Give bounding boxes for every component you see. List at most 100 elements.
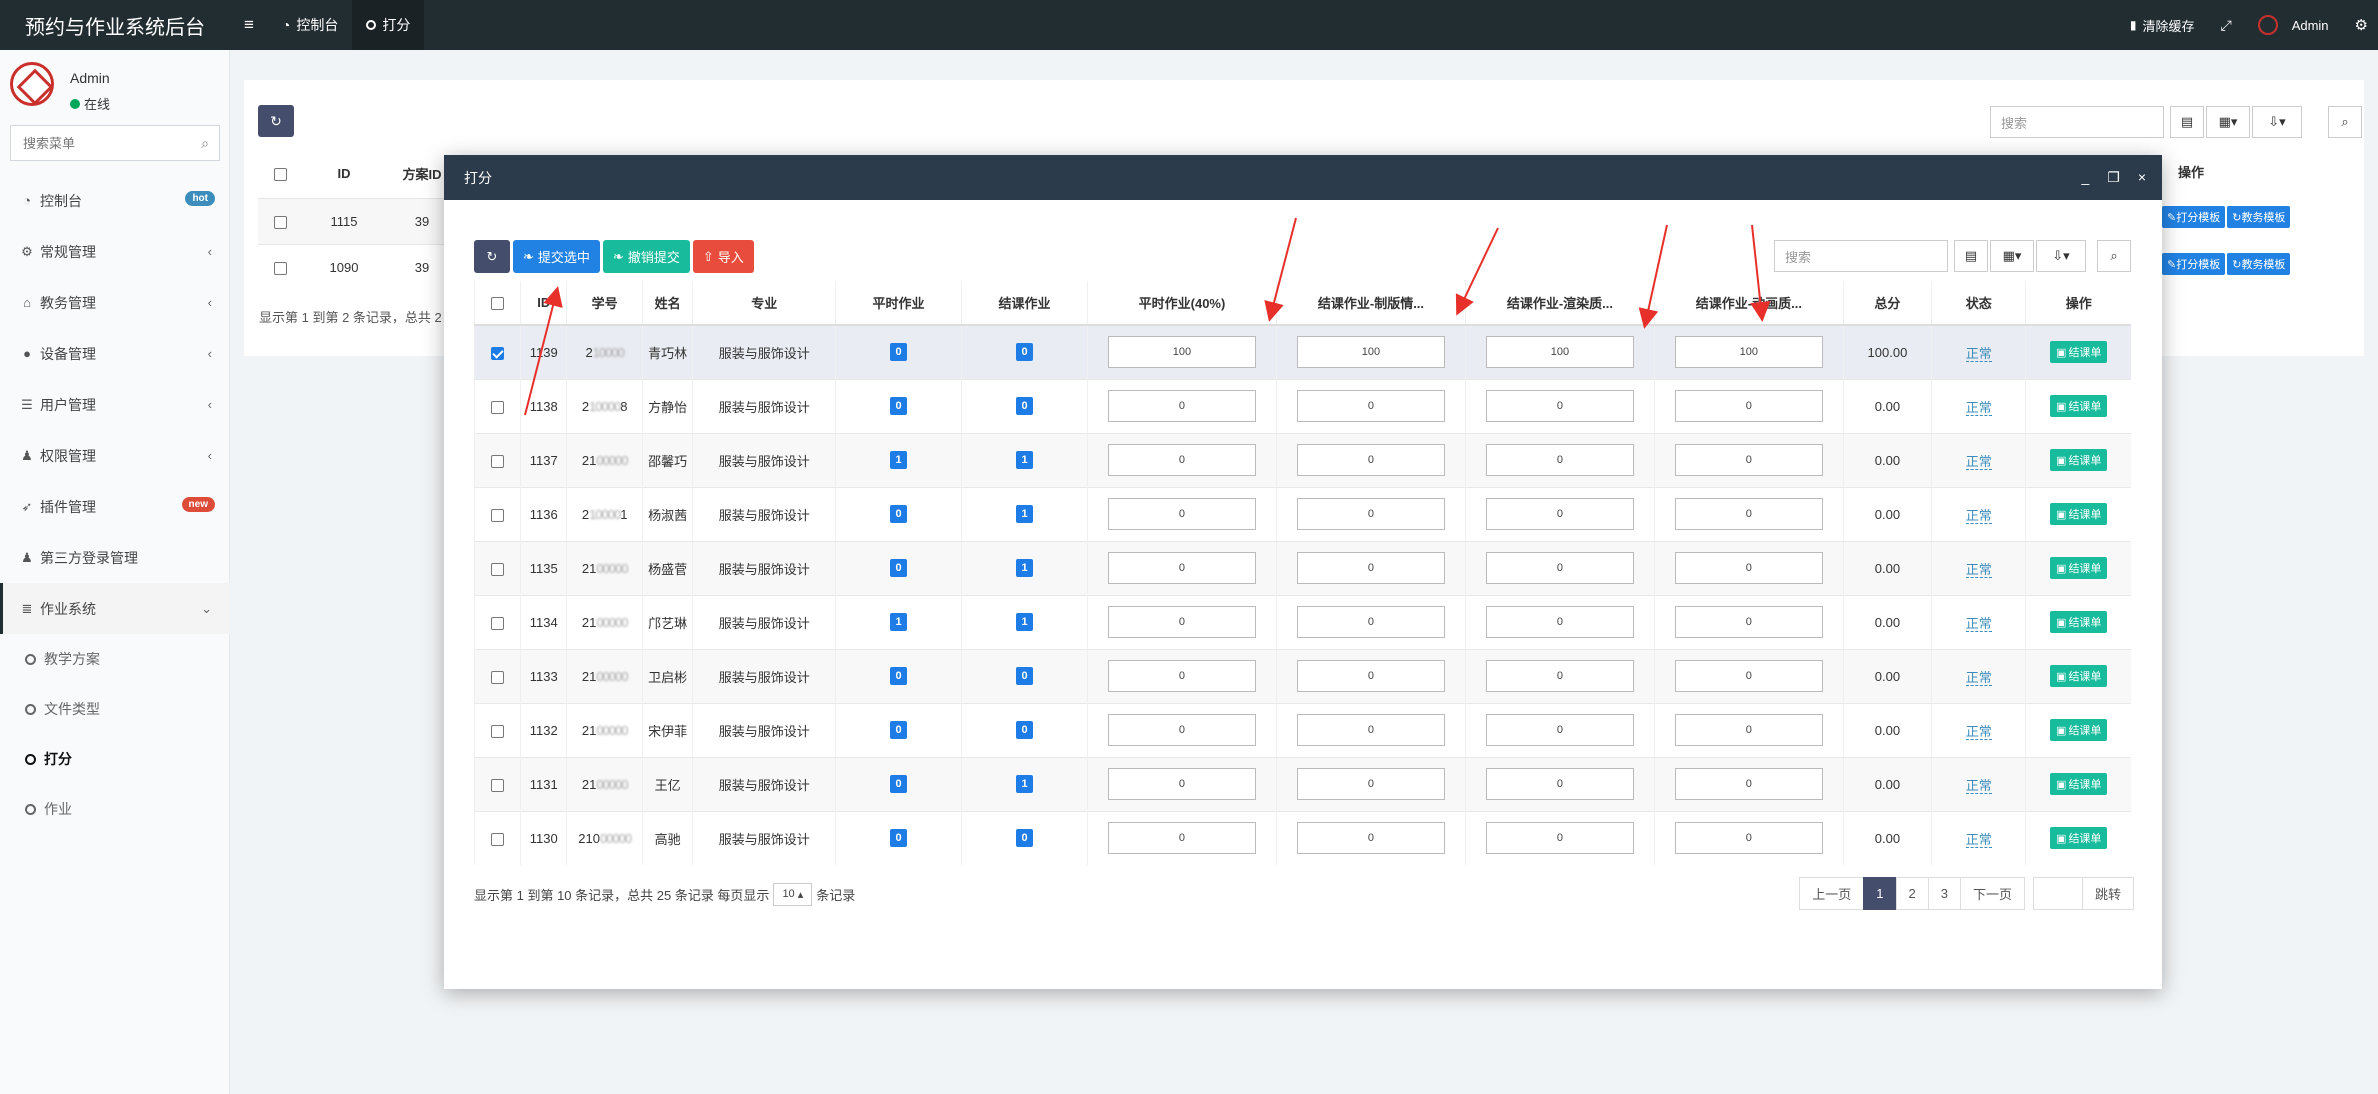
regular-score-input[interactable]: 0 [1107,498,1256,530]
course-report-button[interactable]: ▣ 结课单 [2050,719,2108,741]
animation-score-input[interactable]: 0 [1674,552,1823,584]
sidebar-item-homework-system[interactable]: ≣ 作业系统 ⌄ [0,583,230,634]
toggle-view-button[interactable]: ▤ [2170,106,2204,138]
sidebar-item-general[interactable]: ⚙ 常规管理 ‹ [0,226,230,277]
course-report-button[interactable]: ▣ 结课单 [2050,773,2108,795]
tab-scoring[interactable]: 打分 [352,0,425,50]
regular-score-input[interactable]: 0 [1107,660,1256,692]
row-checkbox[interactable] [491,670,505,684]
page-size-select[interactable]: 10 ▴ [773,883,813,906]
status-link[interactable]: 正常 [1965,777,1992,794]
course-report-button[interactable]: ▣ 结课单 [2050,665,2108,687]
search-icon[interactable]: ⌕ [201,135,209,152]
pattern-score-input[interactable]: 0 [1296,714,1445,746]
score-template-button[interactable]: ✎打分模板 [2162,206,2226,228]
prev-page-button[interactable]: 上一页 [1799,877,1865,910]
regular-homework-count-badge[interactable]: 0 [890,505,908,523]
cancel-submit-button[interactable]: ❧ 撤销提交 [602,240,690,273]
status-link[interactable]: 正常 [1965,831,1992,848]
regular-score-input[interactable]: 0 [1107,768,1256,800]
regular-homework-count-badge[interactable]: 1 [890,613,908,631]
submit-selected-button[interactable]: ❧ 提交选中 [513,240,600,273]
pattern-score-input[interactable]: 0 [1296,606,1445,638]
header-major[interactable]: 专业 [692,281,836,326]
status-link[interactable]: 正常 [1965,561,1992,578]
header-regular-score[interactable]: 平时作业(40%) [1087,281,1277,326]
regular-score-input[interactable]: 0 [1107,390,1256,422]
course-report-button[interactable]: ▣ 结课单 [2050,503,2108,525]
pattern-score-input[interactable]: 0 [1296,660,1445,692]
regular-homework-count-badge[interactable]: 0 [890,775,908,793]
animation-score-input[interactable]: 0 [1674,660,1823,692]
app-title[interactable]: 预约与作业系统后台 [0,0,230,50]
header-total[interactable]: 总分 [1842,281,1932,326]
animation-score-input[interactable]: 0 [1674,444,1823,476]
refresh-button[interactable]: ↻ [474,240,510,273]
render-score-input[interactable]: 0 [1485,390,1634,422]
status-link[interactable]: 正常 [1965,615,1992,632]
jump-button[interactable]: 跳转 [2081,877,2134,910]
jump-page-input[interactable] [2032,877,2083,910]
animation-score-input[interactable]: 0 [1674,390,1823,422]
row-checkbox[interactable] [273,215,287,229]
final-homework-count-badge[interactable]: 0 [1016,343,1034,362]
edu-template-button[interactable]: ↻教务模板 [2227,253,2291,275]
render-score-input[interactable]: 0 [1485,498,1634,530]
sidebar-subitem-scoring[interactable]: 打分 [0,734,230,784]
sidebar-item-permissions[interactable]: ♟ 权限管理 ‹ [0,430,230,481]
sidebar-search-input[interactable] [11,126,191,160]
final-homework-count-badge[interactable]: 0 [1016,829,1034,848]
select-all-checkbox[interactable] [273,168,287,182]
sidebar-toggle[interactable]: ≡ [230,0,268,50]
pattern-score-input[interactable]: 0 [1296,822,1445,855]
header-regular-homework[interactable]: 平时作业 [835,281,962,326]
row-checkbox[interactable] [491,346,505,360]
sidebar-subitem-teaching-plan[interactable]: 教学方案 [0,634,230,684]
course-report-button[interactable]: ▣ 结课单 [2050,395,2108,417]
final-homework-count-badge[interactable]: 1 [1016,505,1034,523]
animation-score-input[interactable]: 100 [1674,336,1823,369]
search-button[interactable]: ⌕ [2097,240,2131,272]
render-score-input[interactable]: 0 [1485,606,1634,638]
regular-homework-count-badge[interactable]: 0 [890,397,908,415]
search-input[interactable]: 搜索 [1990,106,2164,138]
final-homework-count-badge[interactable]: 1 [1016,559,1034,577]
header-student-id[interactable]: 学号 [566,281,643,326]
tab-dashboard[interactable]: ◔ 控制台 [268,0,352,50]
edu-template-button[interactable]: ↻教务模板 [2227,206,2291,228]
toggle-view-button[interactable]: ▤ [1954,240,1988,272]
page-1-button[interactable]: 1 [1863,877,1897,910]
animation-score-input[interactable]: 0 [1674,822,1823,855]
final-homework-count-badge[interactable]: 1 [1016,451,1034,469]
regular-score-input[interactable]: 0 [1107,606,1256,638]
row-checkbox[interactable] [491,832,505,846]
minimize-icon[interactable]: _ [2081,169,2089,186]
export-button[interactable]: ⇩▾ [2252,106,2302,138]
row-checkbox[interactable] [491,562,505,576]
pattern-score-input[interactable]: 0 [1296,768,1445,800]
page-2-button[interactable]: 2 [1895,877,1929,910]
course-report-button[interactable]: ▣ 结课单 [2050,449,2108,471]
pattern-score-input[interactable]: 0 [1296,390,1445,422]
course-report-button[interactable]: ▣ 结课单 [2050,827,2108,850]
modal-search-input[interactable]: 搜索 [1774,240,1948,272]
regular-homework-count-badge[interactable]: 0 [890,721,908,739]
select-all-checkbox[interactable] [491,297,505,311]
render-score-input[interactable]: 0 [1485,768,1634,800]
admin-menu[interactable]: Admin [2257,15,2329,35]
regular-homework-count-badge[interactable]: 0 [890,343,908,362]
close-icon[interactable]: × [2138,169,2146,186]
export-button[interactable]: ⇩▾ [2036,240,2086,272]
regular-homework-count-badge[interactable]: 0 [890,829,908,848]
score-template-button[interactable]: ✎打分模板 [2162,253,2226,275]
sidebar-item-dashboard[interactable]: ◔ 控制台 hot [0,175,230,226]
course-report-button[interactable]: ▣ 结课单 [2050,341,2108,364]
maximize-icon[interactable]: ❐ [2107,169,2120,186]
animation-score-input[interactable]: 0 [1674,768,1823,800]
row-checkbox[interactable] [491,724,505,738]
pattern-score-input[interactable]: 0 [1296,444,1445,476]
sidebar-item-users[interactable]: ☰ 用户管理 ‹ [0,379,230,430]
header-final-pattern[interactable]: 结课作业-制版情... [1275,281,1466,326]
regular-score-input[interactable]: 100 [1107,336,1256,369]
search-button[interactable]: ⌕ [2328,106,2362,138]
